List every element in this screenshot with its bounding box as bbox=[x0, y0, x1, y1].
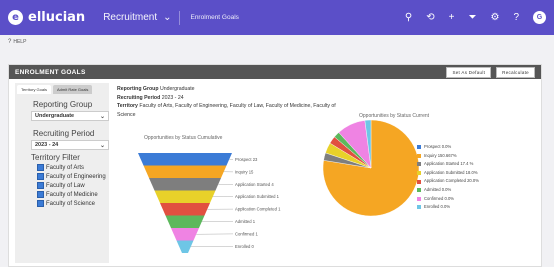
enrolment-goals-card: ENROLMENT GOALS Set As Default Recalcula… bbox=[8, 64, 542, 267]
legend-label: Inquiry 150.667% bbox=[424, 152, 457, 158]
help-label: HELP bbox=[13, 39, 27, 45]
funnel-segment[interactable] bbox=[154, 190, 216, 204]
pie-legend: Prospect 0.0% Inquiry 150.667% Application… bbox=[417, 143, 479, 212]
legend-item[interactable]: Confirmed 0.0% bbox=[417, 195, 479, 204]
funnel-label: Application Completed 1 bbox=[235, 207, 281, 212]
legend-swatch bbox=[417, 153, 421, 158]
module-label: Recruitment bbox=[103, 12, 158, 23]
funnel-label: Prospect 23 bbox=[235, 157, 258, 162]
funnel-segment[interactable] bbox=[143, 165, 227, 179]
legend-label: Prospect 0.0% bbox=[424, 144, 452, 149]
legend-swatch bbox=[417, 171, 421, 176]
legend-label: Application Started 17.4 % bbox=[424, 161, 474, 167]
funnel-label: Inquiry 15 bbox=[235, 169, 254, 174]
legend-label: Enrolled 0.0% bbox=[424, 204, 451, 210]
legend-swatch bbox=[417, 145, 421, 150]
legend-swatch bbox=[417, 188, 421, 193]
legend-item[interactable]: Application Started 17.4 % bbox=[417, 160, 479, 169]
legend-item[interactable]: Application Completed 20.0% bbox=[417, 177, 479, 186]
filter-icon[interactable]: ⏷ bbox=[468, 12, 476, 23]
funnel-label: Confirmed 1 bbox=[235, 231, 258, 236]
funnel-label: Application Submitted 1 bbox=[235, 194, 280, 199]
brand-name: ellucian bbox=[28, 10, 86, 25]
nav-divider bbox=[179, 10, 181, 25]
add-icon[interactable]: + bbox=[449, 12, 455, 23]
help-link[interactable]: ? HELP bbox=[8, 36, 26, 48]
legend-item[interactable]: Prospect 0.0% bbox=[417, 143, 479, 152]
legend-item[interactable]: Enrolled 0.0% bbox=[417, 203, 479, 212]
help-icon[interactable]: ? bbox=[513, 12, 519, 23]
funnel-label: Enrolled 0 bbox=[235, 244, 255, 249]
legend-item[interactable]: Inquiry 150.667% bbox=[417, 152, 479, 161]
brand-logo[interactable]: e ellucian bbox=[8, 10, 85, 25]
legend-label: Confirmed 0.0% bbox=[424, 195, 455, 201]
module-dropdown[interactable]: Recruitment ⌄ bbox=[103, 12, 171, 23]
legend-swatch bbox=[417, 205, 421, 210]
funnel-segment[interactable] bbox=[171, 228, 199, 241]
legend-swatch bbox=[417, 179, 421, 184]
ellucian-logo-icon: e bbox=[8, 10, 23, 25]
top-navigation-bar: e ellucian Recruitment ⌄ Enrolment Goals… bbox=[0, 0, 554, 35]
legend-label: Application Submitted 18.0% bbox=[424, 169, 478, 175]
funnel-segment[interactable] bbox=[165, 215, 205, 229]
legend-label: Application Completed 20.0% bbox=[424, 178, 479, 184]
chevron-down-icon: ⌄ bbox=[163, 12, 172, 23]
help-icon: ? bbox=[8, 39, 12, 45]
legend-swatch bbox=[417, 162, 421, 167]
funnel-segment[interactable] bbox=[149, 178, 221, 191]
history-icon[interactable]: ⟲ bbox=[426, 12, 434, 23]
funnel-segment[interactable] bbox=[160, 203, 210, 216]
legend-item[interactable]: Admitted 0.0% bbox=[417, 186, 479, 195]
legend-label: Admitted 0.0% bbox=[424, 186, 452, 192]
search-icon[interactable]: ⚲ bbox=[405, 12, 412, 23]
funnel-label: Admitted 1 bbox=[235, 219, 256, 224]
gear-icon[interactable]: ⚙ bbox=[490, 12, 499, 23]
funnel-segment[interactable] bbox=[138, 153, 232, 166]
legend-item[interactable]: Application Submitted 18.0% bbox=[417, 169, 479, 178]
avatar[interactable]: G bbox=[533, 11, 546, 24]
legend-swatch bbox=[417, 196, 421, 201]
current-page-label: Enrolment Goals bbox=[190, 14, 239, 21]
funnel-label: Application Started 4 bbox=[235, 182, 274, 187]
